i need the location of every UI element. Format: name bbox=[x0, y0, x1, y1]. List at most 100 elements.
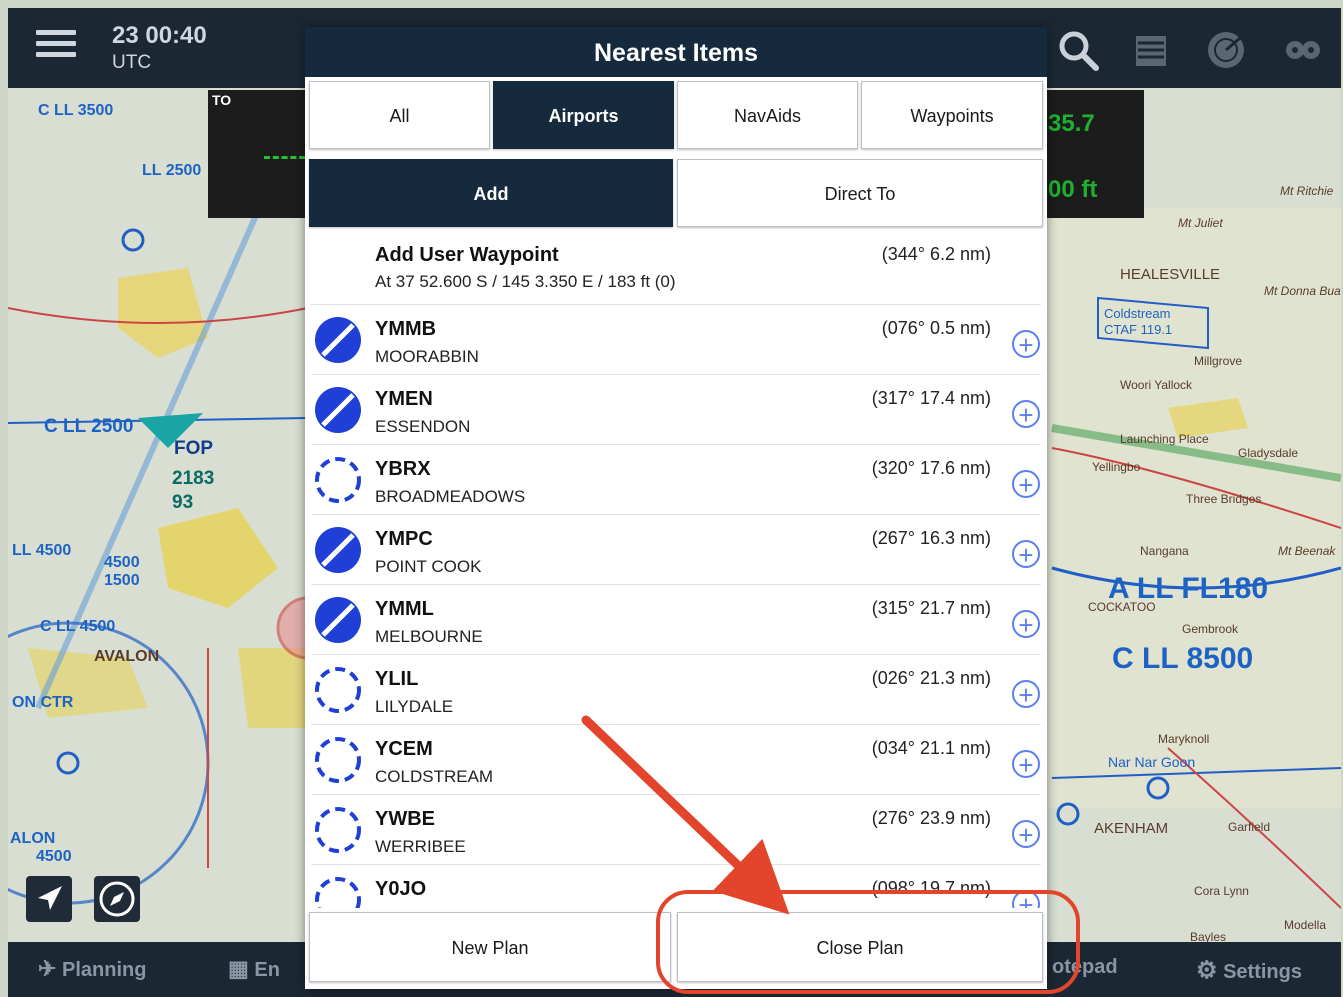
airport-bearing: (317° 17.4 nm) bbox=[871, 388, 991, 408]
controlled-airport-icon bbox=[315, 597, 361, 643]
user-waypoint-bearing: (344° 6.2 nm) bbox=[881, 244, 991, 264]
airport-name: WERRIBEE bbox=[375, 837, 466, 856]
airport-ident: YMPC bbox=[375, 528, 433, 550]
uncontrolled-airport-icon bbox=[315, 877, 361, 908]
gear-icon: ⚙ bbox=[1196, 957, 1218, 984]
user-waypoint-detail: At 37 52.600 S / 145 3.350 E / 183 ft (0… bbox=[375, 272, 676, 291]
map-label: Cora Lynn bbox=[1194, 884, 1249, 898]
map-label: Launching Place bbox=[1120, 432, 1209, 446]
data-value: 35.7 bbox=[1048, 110, 1095, 137]
map-label: HEALESVILLE bbox=[1120, 266, 1221, 283]
airport-row[interactable]: YMML MELBOURNE (315° 21.7 nm) + bbox=[311, 585, 1041, 655]
map-label: FOP bbox=[174, 438, 214, 459]
nearest-items-dialog: Nearest Items All Airports NavAids Waypo… bbox=[305, 27, 1047, 989]
map-label: 2183 bbox=[172, 468, 215, 489]
add-waypoint-icon[interactable]: + bbox=[1012, 470, 1040, 499]
add-waypoint-icon[interactable]: + bbox=[1012, 750, 1040, 779]
airport-row[interactable]: YMEN ESSENDON (317° 17.4 nm) + bbox=[311, 375, 1041, 445]
airport-name: BROADMEADOWS bbox=[375, 487, 526, 506]
nearest-list[interactable]: Add User Waypoint At 37 52.600 S / 145 3… bbox=[305, 235, 1047, 908]
notepad-tab[interactable]: otepad bbox=[1052, 956, 1118, 979]
compass-icon bbox=[99, 881, 135, 917]
airport-name: COLDSTREAM bbox=[375, 767, 494, 786]
map-label: C LL 8500 bbox=[1112, 642, 1254, 675]
radar-icon[interactable] bbox=[1204, 28, 1248, 72]
search-icon[interactable] bbox=[1056, 28, 1100, 72]
close-plan-button[interactable]: Close Plan bbox=[677, 912, 1043, 982]
map-label: Millgrove bbox=[1194, 354, 1243, 368]
add-waypoint-icon[interactable]: + bbox=[1012, 400, 1040, 429]
airport-bearing: (315° 21.7 nm) bbox=[871, 598, 991, 618]
add-waypoint-icon[interactable]: + bbox=[1012, 820, 1040, 849]
map-label: Nar Nar Goon bbox=[1108, 754, 1196, 770]
new-plan-button[interactable]: New Plan bbox=[309, 912, 671, 982]
airport-row[interactable]: YCEM COLDSTREAM (034° 21.1 nm) + bbox=[311, 725, 1041, 795]
airport-bearing: (276° 23.9 nm) bbox=[871, 808, 991, 828]
add-waypoint-icon[interactable]: + bbox=[1012, 540, 1040, 569]
map-icon: ▦ bbox=[228, 956, 249, 981]
planning-tab[interactable]: ✈ Planning bbox=[38, 956, 146, 982]
direct-to-button[interactable]: Direct To bbox=[677, 159, 1043, 227]
controlled-airport-icon bbox=[315, 527, 361, 573]
map-label: AKENHAM bbox=[1094, 820, 1169, 837]
map-label: Maryknoll bbox=[1158, 732, 1210, 746]
enroute-tab[interactable]: ▦ En bbox=[228, 956, 280, 982]
layers-icon[interactable] bbox=[1128, 28, 1172, 72]
settings-tab[interactable]: ⚙ Settings bbox=[1196, 956, 1302, 985]
airport-row[interactable]: YMPC POINT COOK (267° 16.3 nm) + bbox=[311, 515, 1041, 585]
map-label: Coldstream bbox=[1104, 306, 1171, 321]
map-label: ON CTR bbox=[12, 694, 74, 711]
add-waypoint-icon[interactable]: + bbox=[1012, 330, 1040, 359]
airport-row[interactable]: YBRX BROADMEADOWS (320° 17.6 nm) + bbox=[311, 445, 1041, 515]
airport-ident: Y0JO bbox=[375, 878, 427, 900]
airport-row[interactable]: YWBE WERRIBEE (276° 23.9 nm) + bbox=[311, 795, 1041, 865]
uncontrolled-airport-icon bbox=[315, 737, 361, 783]
map-label: 93 bbox=[172, 492, 194, 513]
compass-button[interactable] bbox=[94, 876, 140, 922]
map-label: Gembrook bbox=[1182, 622, 1239, 636]
airport-ident: YMEN bbox=[375, 388, 433, 410]
airport-row[interactable]: YLIL LILYDALE (026° 21.3 nm) + bbox=[311, 655, 1041, 725]
tab-waypoints[interactable]: Waypoints bbox=[861, 81, 1043, 149]
map-label: Mt Ritchie bbox=[1280, 184, 1334, 198]
clock-time: 23 00:40 bbox=[112, 22, 207, 49]
tab-airports[interactable]: Airports bbox=[493, 81, 674, 149]
uncontrolled-airport-icon bbox=[315, 457, 361, 503]
airport-bearing: (320° 17.6 nm) bbox=[871, 458, 991, 478]
map-label: 1500 bbox=[104, 572, 140, 589]
map-label: Mt Beenak bbox=[1278, 544, 1336, 558]
add-waypoint-icon[interactable]: + bbox=[1012, 890, 1040, 908]
locate-button[interactable] bbox=[26, 876, 72, 922]
airport-ident: YWBE bbox=[375, 808, 435, 830]
tab-all[interactable]: All bbox=[309, 81, 490, 149]
map-label: LL 4500 bbox=[12, 542, 72, 559]
controlled-airport-icon bbox=[315, 317, 361, 363]
planning-label: Planning bbox=[62, 959, 147, 981]
map-label: Mt Donna Buang bbox=[1264, 284, 1341, 298]
user-waypoint-row[interactable]: Add User Waypoint At 37 52.600 S / 145 3… bbox=[311, 235, 1041, 305]
airport-ident: YMML bbox=[375, 598, 434, 620]
airport-name: LILYDALE bbox=[375, 697, 454, 716]
airport-row[interactable]: YMMB MOORABBIN (076° 0.5 nm) + bbox=[311, 305, 1041, 375]
enroute-label: En bbox=[254, 959, 280, 981]
airport-ident: YBRX bbox=[375, 458, 431, 480]
map-label: C LL 2500 bbox=[44, 416, 134, 437]
settings-icon[interactable] bbox=[1280, 28, 1324, 72]
notepad-label: otepad bbox=[1052, 956, 1118, 978]
airport-bearing: (034° 21.1 nm) bbox=[871, 738, 991, 758]
data-panel: 35.7 00 ft bbox=[1044, 90, 1144, 218]
add-mode-button[interactable]: Add bbox=[309, 159, 673, 227]
airport-ident: YCEM bbox=[375, 738, 433, 760]
tab-navaids[interactable]: NavAids bbox=[677, 81, 858, 149]
add-waypoint-icon[interactable]: + bbox=[1012, 680, 1040, 709]
airport-name: ESSENDON bbox=[375, 417, 471, 436]
clock: 23 00:40 UTC bbox=[112, 22, 207, 74]
map-label: 4500 bbox=[104, 554, 140, 571]
add-waypoint-icon[interactable]: + bbox=[1012, 610, 1040, 639]
airport-name: MOORABBIN bbox=[375, 347, 479, 366]
airport-row[interactable]: Y0JOPAKENHAM(098° 19.7 nm)+ bbox=[311, 865, 1041, 908]
airport-name: POINT COOK bbox=[375, 557, 482, 576]
uncontrolled-airport-icon bbox=[315, 667, 361, 713]
airport-bearing: (267° 16.3 nm) bbox=[871, 528, 991, 548]
menu-icon[interactable] bbox=[36, 30, 76, 66]
